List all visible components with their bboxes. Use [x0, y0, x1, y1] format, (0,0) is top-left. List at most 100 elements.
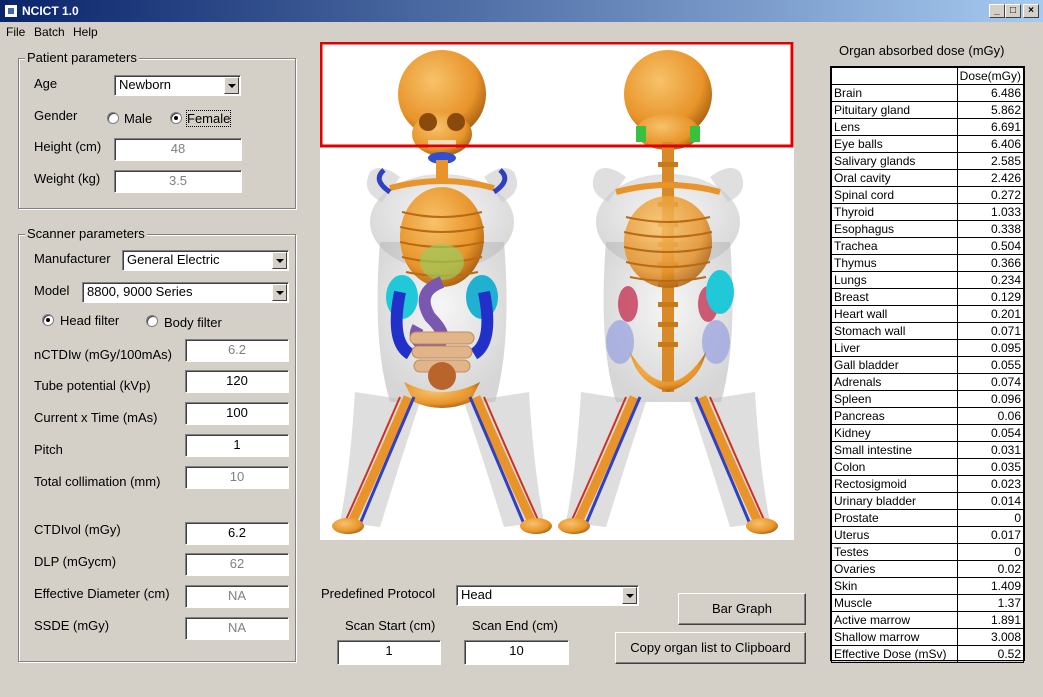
age-select[interactable]: Newborn [114, 75, 241, 96]
table-row[interactable]: Breast 0.129 [831, 288, 1025, 306]
bar-graph-button[interactable]: Bar Graph [678, 593, 806, 625]
table-row[interactable]: Heart wall 0.201 [831, 305, 1025, 323]
table-row[interactable]: Thymus 0.366 [831, 254, 1025, 272]
menu-file[interactable]: File [6, 25, 25, 39]
close-button[interactable]: × [1023, 4, 1039, 18]
manufacturer-select[interactable]: General Electric [122, 250, 289, 271]
minimize-button[interactable]: _ [989, 4, 1005, 18]
organ-name-cell: Trachea [831, 237, 958, 255]
head-filter-label[interactable]: Head filter [60, 313, 119, 328]
male-label[interactable]: Male [124, 111, 152, 126]
organ-name-cell: Uterus [831, 526, 958, 544]
organ-name-cell: Kidney [831, 424, 958, 442]
scan-end-field[interactable]: 10 [464, 640, 569, 665]
menu-batch[interactable]: Batch [34, 25, 65, 39]
table-row[interactable]: Spinal cord 0.272 [831, 186, 1025, 204]
scanner-group-title: Scanner parameters [25, 226, 147, 241]
height-field[interactable]: 48 [114, 138, 242, 161]
table-row[interactable]: Oral cavity 2.426 [831, 169, 1025, 187]
table-row[interactable]: Esophagus 0.338 [831, 220, 1025, 238]
table-row[interactable]: Shallow marrow 3.008 [831, 628, 1025, 646]
table-row[interactable]: Uterus 0.017 [831, 526, 1025, 544]
collimation-field[interactable]: 10 [185, 466, 289, 489]
patient-group-title: Patient parameters [25, 50, 139, 65]
table-row[interactable]: Muscle 1.37 [831, 594, 1025, 612]
chevron-down-icon[interactable] [622, 587, 637, 604]
scan-region-box[interactable] [320, 42, 794, 148]
menu-help[interactable]: Help [73, 25, 98, 39]
table-row[interactable]: Eye balls 6.406 [831, 135, 1025, 153]
mas-field[interactable]: 100 [185, 402, 289, 425]
dose-value-cell: 0.017 [956, 526, 1025, 544]
phantom-image-panel[interactable] [320, 42, 794, 540]
head-filter-radio[interactable] [42, 314, 54, 326]
table-row[interactable]: Liver 0.095 [831, 339, 1025, 357]
model-select[interactable]: 8800, 9000 Series [82, 282, 289, 303]
manufacturer-label: Manufacturer [34, 251, 111, 266]
dose-value-cell: 0.055 [956, 356, 1025, 374]
body-filter-radio[interactable] [146, 315, 158, 327]
table-row[interactable]: Lens 6.691 [831, 118, 1025, 136]
organ-name-cell: Lens [831, 118, 958, 136]
scan-end-label: Scan End (cm) [472, 618, 558, 633]
chevron-down-icon[interactable] [272, 284, 287, 301]
organ-name-cell: Pancreas [831, 407, 958, 425]
organ-name-cell: Active marrow [831, 611, 958, 629]
nctdiw-field[interactable]: 6.2 [185, 339, 289, 362]
dose-value-cell: 1.37 [956, 594, 1025, 612]
weight-field[interactable]: 3.5 [114, 170, 242, 193]
chevron-down-icon[interactable] [224, 77, 239, 94]
table-row[interactable]: Spleen 0.096 [831, 390, 1025, 408]
organ-name-cell: Prostate [831, 509, 958, 527]
dose-value-cell: 0.234 [956, 271, 1025, 289]
table-row[interactable]: Salivary glands 2.585 [831, 152, 1025, 170]
table-row[interactable]: Rectosigmoid 0.023 [831, 475, 1025, 493]
pitch-field[interactable]: 1 [185, 434, 289, 457]
female-radio[interactable] [170, 112, 182, 124]
table-row[interactable]: Urinary bladder 0.014 [831, 492, 1025, 510]
table-row[interactable]: Lungs 0.234 [831, 271, 1025, 289]
female-label[interactable]: Female [185, 110, 232, 127]
table-row[interactable]: Ovaries 0.02 [831, 560, 1025, 578]
age-value: Newborn [119, 77, 172, 92]
table-row[interactable]: Active marrow 1.891 [831, 611, 1025, 629]
chevron-down-icon[interactable] [272, 252, 287, 269]
table-row[interactable]: Brain 6.486 [831, 84, 1025, 102]
table-row[interactable]: Adrenals 0.074 [831, 373, 1025, 391]
dose-value-cell: 0.504 [956, 237, 1025, 255]
dose-value-cell: 0.201 [956, 305, 1025, 323]
table-row[interactable]: Trachea 0.504 [831, 237, 1025, 255]
table-row[interactable]: Testes 0 [831, 543, 1025, 561]
table-row[interactable]: Colon 0.035 [831, 458, 1025, 476]
copy-clipboard-button[interactable]: Copy organ list to Clipboard [615, 632, 806, 664]
organ-name-cell: Effective Dose (mSv) [831, 645, 958, 663]
table-row[interactable]: Pituitary gland 5.862 [831, 101, 1025, 119]
male-radio[interactable] [107, 112, 119, 124]
table-row[interactable]: Stomach wall 0.071 [831, 322, 1025, 340]
dose-value-cell: 0.023 [956, 475, 1025, 493]
dose-table-container[interactable]: Dose(mGy) Brain 6.486 Pituitary gland 5.862… [830, 66, 1025, 663]
organ-name-cell: Rectosigmoid [831, 475, 958, 493]
kvp-field[interactable]: 120 [185, 370, 289, 393]
phantom-illustration [320, 42, 794, 534]
organ-column-header [831, 67, 958, 85]
table-row[interactable]: Thyroid 1.033 [831, 203, 1025, 221]
table-row[interactable]: Kidney 0.054 [831, 424, 1025, 442]
table-row[interactable]: Effective Dose (mSv) 0.52 [831, 645, 1025, 663]
table-row[interactable]: Skin 1.409 [831, 577, 1025, 595]
organ-name-cell: Spleen [831, 390, 958, 408]
scan-start-field[interactable]: 1 [337, 640, 441, 665]
table-row[interactable]: Pancreas 0.06 [831, 407, 1025, 425]
dose-value-cell: 0.071 [956, 322, 1025, 340]
table-row[interactable]: Gall bladder 0.055 [831, 356, 1025, 374]
table-row[interactable]: Small intestine 0.031 [831, 441, 1025, 459]
maximize-button[interactable]: □ [1005, 4, 1021, 18]
ctdivol-label: CTDIvol (mGy) [34, 522, 121, 537]
mas-label: Current x Time (mAs) [34, 410, 158, 425]
dose-table-header: Dose(mGy) [831, 67, 1025, 85]
back-phantom [558, 50, 778, 534]
weight-label: Weight (kg) [34, 171, 101, 186]
protocol-select[interactable]: Head [456, 585, 639, 606]
table-row[interactable]: Prostate 0 [831, 509, 1025, 527]
body-filter-label[interactable]: Body filter [164, 315, 222, 330]
